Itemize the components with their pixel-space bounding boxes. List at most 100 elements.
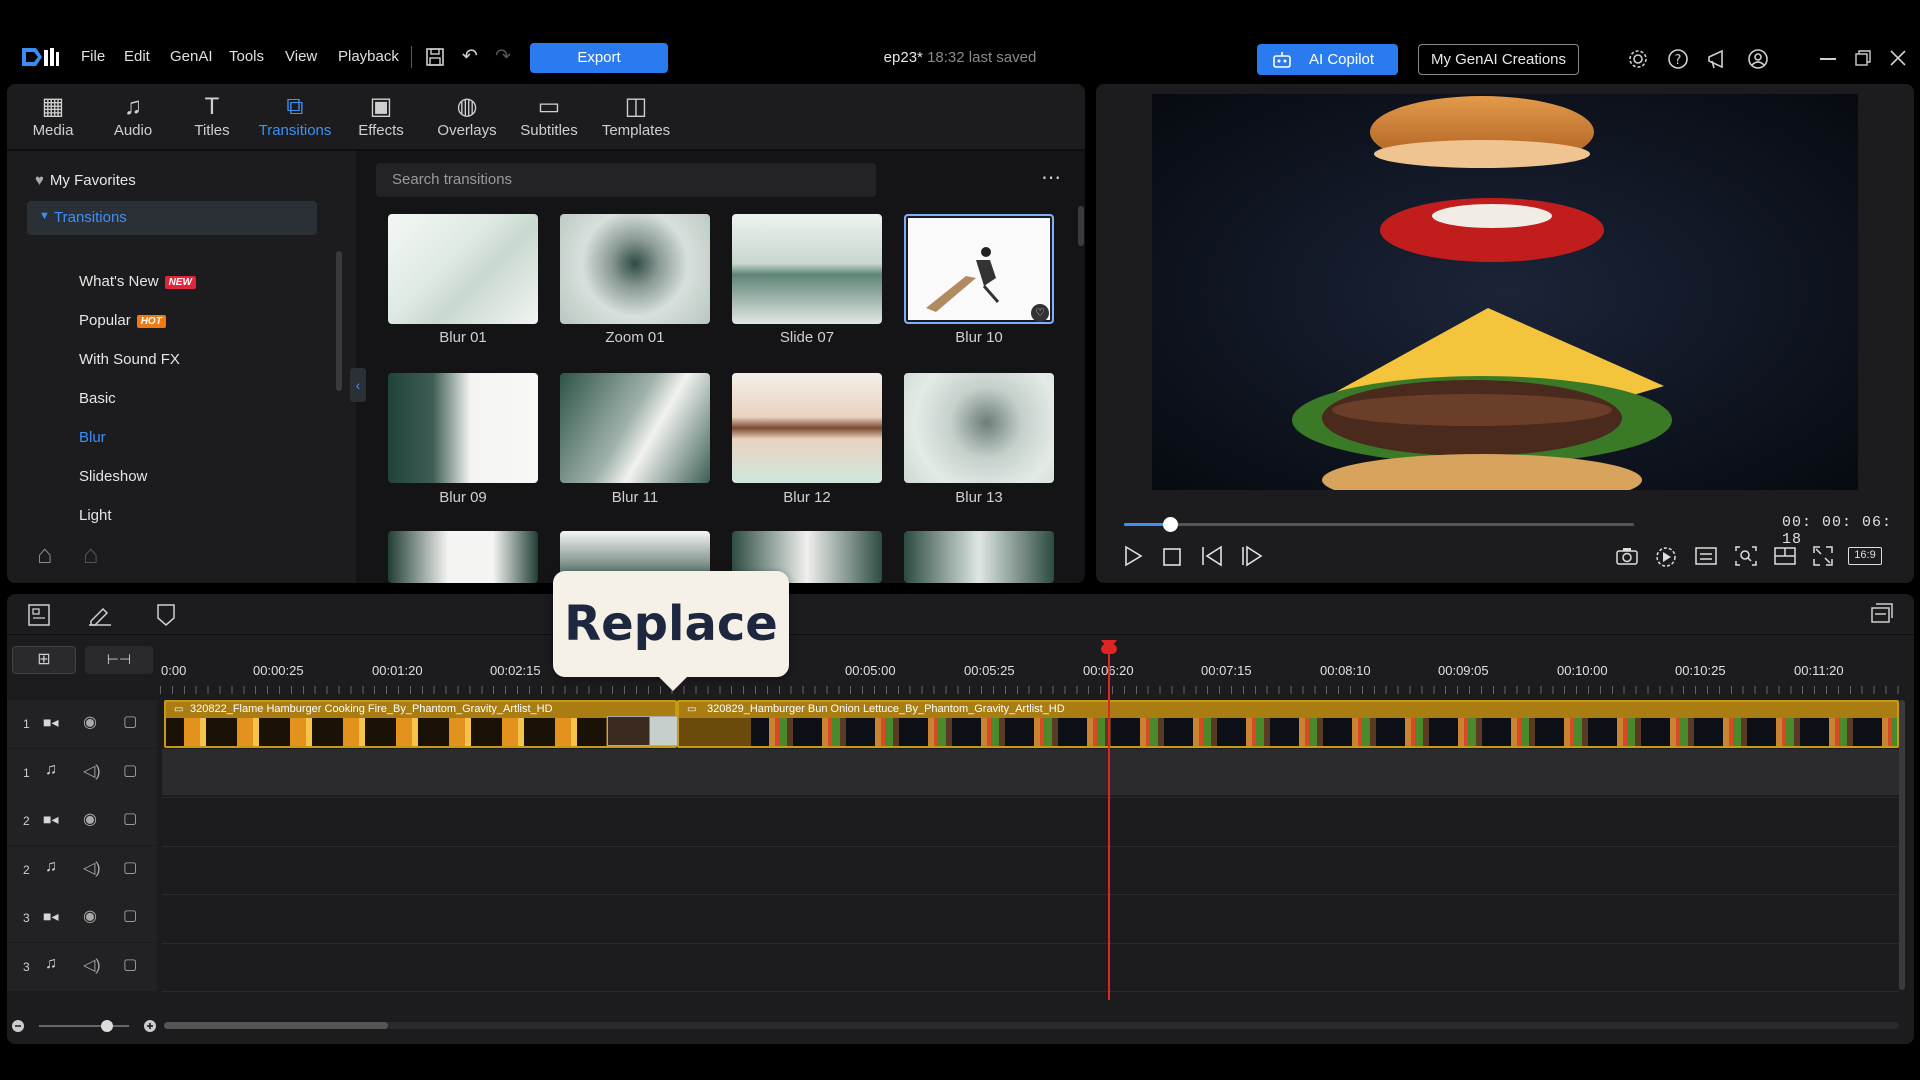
- sidebar-item-light[interactable]: Light: [79, 507, 112, 524]
- playback-progress-track[interactable]: [1124, 523, 1634, 526]
- lock-icon[interactable]: ▢: [123, 858, 137, 876]
- timeline-mode-icon[interactable]: [27, 603, 51, 627]
- transition-label: Blur 11: [611, 489, 659, 506]
- search-input[interactable]: Search transitions: [376, 163, 876, 197]
- add-tag-icon[interactable]: ⌂: [37, 539, 53, 570]
- templates-icon: ◫: [624, 93, 648, 120]
- next-frame-icon[interactable]: [1240, 545, 1264, 567]
- edit-tools-icon[interactable]: [87, 603, 113, 627]
- audio-track-icon: ♫: [45, 955, 57, 972]
- zoom-out-icon[interactable]: [11, 1019, 25, 1033]
- tab-templates[interactable]: ◫ Templates: [593, 92, 679, 139]
- sidebar-item-blur[interactable]: Blur: [79, 429, 106, 446]
- snapshot-icon[interactable]: [1615, 546, 1639, 566]
- sidebar-item-with-sound-fx[interactable]: With Sound FX: [79, 351, 180, 368]
- tab-subtitles[interactable]: ▭ Subtitles: [507, 92, 591, 139]
- account-icon[interactable]: [1747, 48, 1769, 70]
- minimize-icon[interactable]: [1820, 58, 1836, 60]
- zoom-preview-icon[interactable]: [1734, 545, 1758, 567]
- lane-divider: [162, 991, 1899, 992]
- restore-icon[interactable]: [1855, 50, 1871, 66]
- track-number: 1: [23, 717, 30, 731]
- fit-timeline-button[interactable]: ⊢⊣: [85, 646, 153, 674]
- scrollbar-thumb[interactable]: [164, 1022, 388, 1029]
- more-options-icon[interactable]: ⋯: [1041, 165, 1061, 190]
- transition-thumb-blur-12[interactable]: [732, 373, 882, 483]
- sidebar-item-slideshow[interactable]: Slideshow: [79, 468, 147, 485]
- zoom-in-icon[interactable]: [143, 1019, 157, 1033]
- my-genai-creations-button[interactable]: My GenAI Creations: [1418, 44, 1579, 75]
- tab-transitions[interactable]: ⧉ Transitions: [253, 92, 337, 139]
- tab-audio[interactable]: ♫ Audio: [99, 92, 167, 139]
- speaker-icon[interactable]: ◁): [83, 761, 101, 781]
- transition-thumb-blur-11[interactable]: [560, 373, 710, 483]
- ruler-label: 00:09:05: [1438, 663, 1489, 678]
- my-favorites[interactable]: ♥ My Favorites: [35, 172, 136, 189]
- remove-tag-icon[interactable]: ⌂: [83, 539, 99, 570]
- item-label: Popular: [79, 312, 131, 329]
- safe-zone-icon[interactable]: [1773, 546, 1797, 566]
- stop-icon[interactable]: [1162, 547, 1182, 567]
- track-header-video-3: 3 ■◂ ◉ ▢: [7, 894, 157, 942]
- announcement-icon[interactable]: [1706, 48, 1730, 70]
- timeline-horizontal-scrollbar[interactable]: [164, 1022, 1899, 1029]
- speaker-icon[interactable]: ◁): [83, 858, 101, 878]
- close-icon[interactable]: [1890, 50, 1906, 66]
- track-manager-button[interactable]: ⊞: [12, 646, 76, 674]
- visibility-eye-icon[interactable]: ◉: [83, 712, 97, 732]
- clip-flame-hamburger[interactable]: ▭ 320822_Flame Hamburger Cooking Fire_By…: [164, 700, 677, 748]
- help-icon[interactable]: ?: [1667, 48, 1689, 70]
- sidebar-item-whats-new[interactable]: What's New NEW: [79, 273, 196, 290]
- subtitles-preview-icon[interactable]: [1694, 546, 1718, 566]
- transition-thumb-blur-09[interactable]: [388, 373, 538, 483]
- speaker-icon[interactable]: ◁): [83, 955, 101, 975]
- ai-copilot-button[interactable]: AI Copilot: [1257, 44, 1398, 75]
- lock-icon[interactable]: ▢: [123, 761, 137, 779]
- audio-track-lane-1[interactable]: [162, 749, 1899, 795]
- sidebar-item-popular[interactable]: Popular HOT: [79, 312, 166, 329]
- marker-icon[interactable]: [155, 603, 177, 627]
- zoom-slider-track[interactable]: [39, 1025, 129, 1027]
- lock-icon[interactable]: ▢: [123, 906, 137, 924]
- render-preview-icon[interactable]: [1654, 545, 1678, 569]
- transition-thumb-blur-10[interactable]: ♡: [904, 214, 1054, 324]
- tab-effects[interactable]: ▣ Effects: [349, 92, 413, 139]
- clip-hamburger-bun[interactable]: ▭ 320829_Hamburger Bun Onion Lettuce_By_…: [677, 700, 1899, 748]
- track-number: 2: [23, 814, 30, 828]
- video-track-icon: ■◂: [43, 811, 59, 827]
- play-icon[interactable]: [1122, 545, 1144, 567]
- visibility-eye-icon[interactable]: ◉: [83, 809, 97, 829]
- favorite-heart-icon[interactable]: ♡: [1031, 304, 1049, 322]
- transitions-group[interactable]: ▼ Transitions: [27, 201, 317, 235]
- zoom-slider-knob[interactable]: [101, 1020, 113, 1032]
- playback-scrubber[interactable]: [1162, 517, 1178, 532]
- transition-thumb-blur-01[interactable]: [388, 214, 538, 324]
- visibility-eye-icon[interactable]: ◉: [83, 906, 97, 926]
- timeline-settings-icon[interactable]: [1869, 602, 1895, 626]
- video-track-icon: ■◂: [43, 908, 59, 924]
- ruler-label: 0:00: [161, 663, 187, 678]
- sidebar-scrollbar[interactable]: [336, 251, 342, 391]
- transition-thumb[interactable]: [904, 531, 1054, 583]
- tab-media[interactable]: ▦ Media: [17, 92, 89, 139]
- lock-icon[interactable]: ▢: [123, 712, 137, 730]
- collapse-sidebar-button[interactable]: ‹: [350, 368, 366, 402]
- transition-thumb[interactable]: [388, 531, 538, 583]
- previous-frame-icon[interactable]: [1200, 545, 1224, 567]
- transition-thumb-blur-13[interactable]: [904, 373, 1054, 483]
- timeline-vertical-scrollbar[interactable]: [1899, 700, 1905, 990]
- sidebar-item-basic[interactable]: Basic: [79, 390, 116, 407]
- transition-thumb-zoom-01[interactable]: [560, 214, 710, 324]
- track-header-video-1: 1 ■◂ ◉ ▢: [7, 700, 157, 748]
- aspect-ratio-button[interactable]: 16:9: [1848, 547, 1882, 565]
- transition-thumb-slide-07[interactable]: [732, 214, 882, 324]
- video-preview: [1152, 94, 1858, 490]
- grid-scrollbar[interactable]: [1078, 206, 1084, 246]
- gear-icon[interactable]: [1627, 48, 1649, 70]
- tab-titles[interactable]: T Titles: [177, 92, 247, 139]
- lock-icon[interactable]: ▢: [123, 955, 137, 973]
- project-name: ep23*: [883, 49, 923, 66]
- tab-overlays[interactable]: ◍ Overlays: [427, 92, 507, 139]
- fullscreen-icon[interactable]: [1812, 545, 1834, 567]
- lock-icon[interactable]: ▢: [123, 809, 137, 827]
